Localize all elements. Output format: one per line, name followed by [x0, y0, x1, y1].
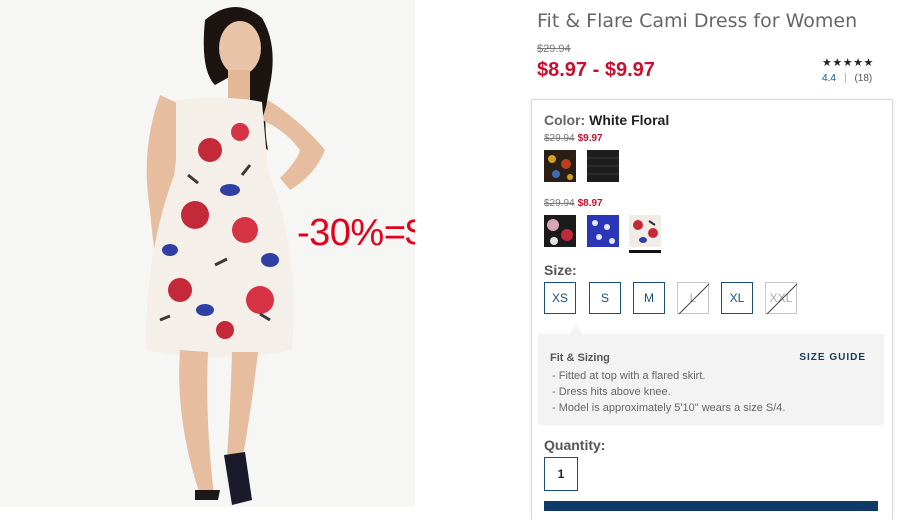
size-m-button[interactable]: M [633, 282, 665, 314]
rating-value[interactable]: 4.4 [822, 73, 836, 84]
quantity-label: Quantity: [544, 437, 606, 453]
color-swatch-dark-paisley[interactable] [544, 150, 576, 182]
color-group-sale-price: $9.97 [577, 133, 603, 144]
color-group-sale-price: $8.97 [577, 198, 603, 209]
color-swatch-black[interactable] [587, 150, 619, 182]
size-l-button[interactable]: L [677, 282, 710, 315]
size-guide-link[interactable]: SIZE GUIDE [799, 352, 866, 363]
color-selector-label: Color: White Floral [544, 112, 669, 128]
product-title: Fit & Flare Cami Dress for Women [537, 10, 858, 32]
selected-swatch-indicator [629, 250, 661, 253]
color-group-original-price: $29.94 [544, 198, 575, 209]
star-rating-icon: ★★★★★ [822, 57, 874, 69]
color-group-original-price: $29.94 [544, 133, 575, 144]
unavailable-slash-icon [678, 283, 710, 315]
selected-color-name: White Floral [589, 112, 670, 128]
rating[interactable]: ★★★★★ 4.4 (18) [822, 56, 882, 84]
quantity-input[interactable]: 1 [544, 457, 578, 491]
fit-notes-list: Fitted at top with a flared skirt. Dress… [552, 368, 786, 416]
unavailable-slash-icon [766, 283, 798, 315]
add-to-bag-button[interactable] [544, 501, 878, 511]
product-options-panel: Color: White Floral $29.94 $9.97 $29.94 $8… [531, 99, 893, 520]
color-price-group-1: $29.94 $9.97 [544, 133, 603, 144]
size-s-button[interactable]: S [589, 282, 621, 314]
size-xl-button[interactable]: XL [721, 282, 753, 314]
fit-sizing-box: Fit & Sizing SIZE GUIDE Fitted at top wi… [538, 326, 884, 425]
fit-note: Model is approximately 5'10" wears a siz… [552, 400, 786, 416]
rating-divider [844, 73, 846, 84]
review-count[interactable]: (18) [854, 73, 872, 84]
promo-overlay-text: -30%=$6.28 [297, 212, 415, 254]
size-xs-button[interactable]: XS [544, 282, 576, 314]
fit-box-pointer [568, 326, 584, 334]
color-label: Color: [544, 112, 586, 128]
fit-note: Fitted at top with a flared skirt. [552, 368, 785, 384]
size-xxl-button[interactable]: XXL [765, 282, 798, 315]
fit-note: Dress hits above knee. [552, 384, 785, 400]
color-swatch-white-floral[interactable] [629, 215, 661, 247]
size-label: Size: [544, 262, 577, 278]
original-price: $29.94 [537, 43, 571, 55]
product-image[interactable]: -30%=$6.28 [0, 0, 415, 507]
color-price-group-2: $29.94 $8.97 [544, 198, 603, 209]
sale-price: $8.97 - $9.97 [537, 59, 655, 81]
color-swatch-blue-floral[interactable] [587, 215, 619, 247]
fit-sizing-title: Fit & Sizing [550, 352, 610, 364]
color-swatch-black-floral[interactable] [544, 215, 576, 247]
